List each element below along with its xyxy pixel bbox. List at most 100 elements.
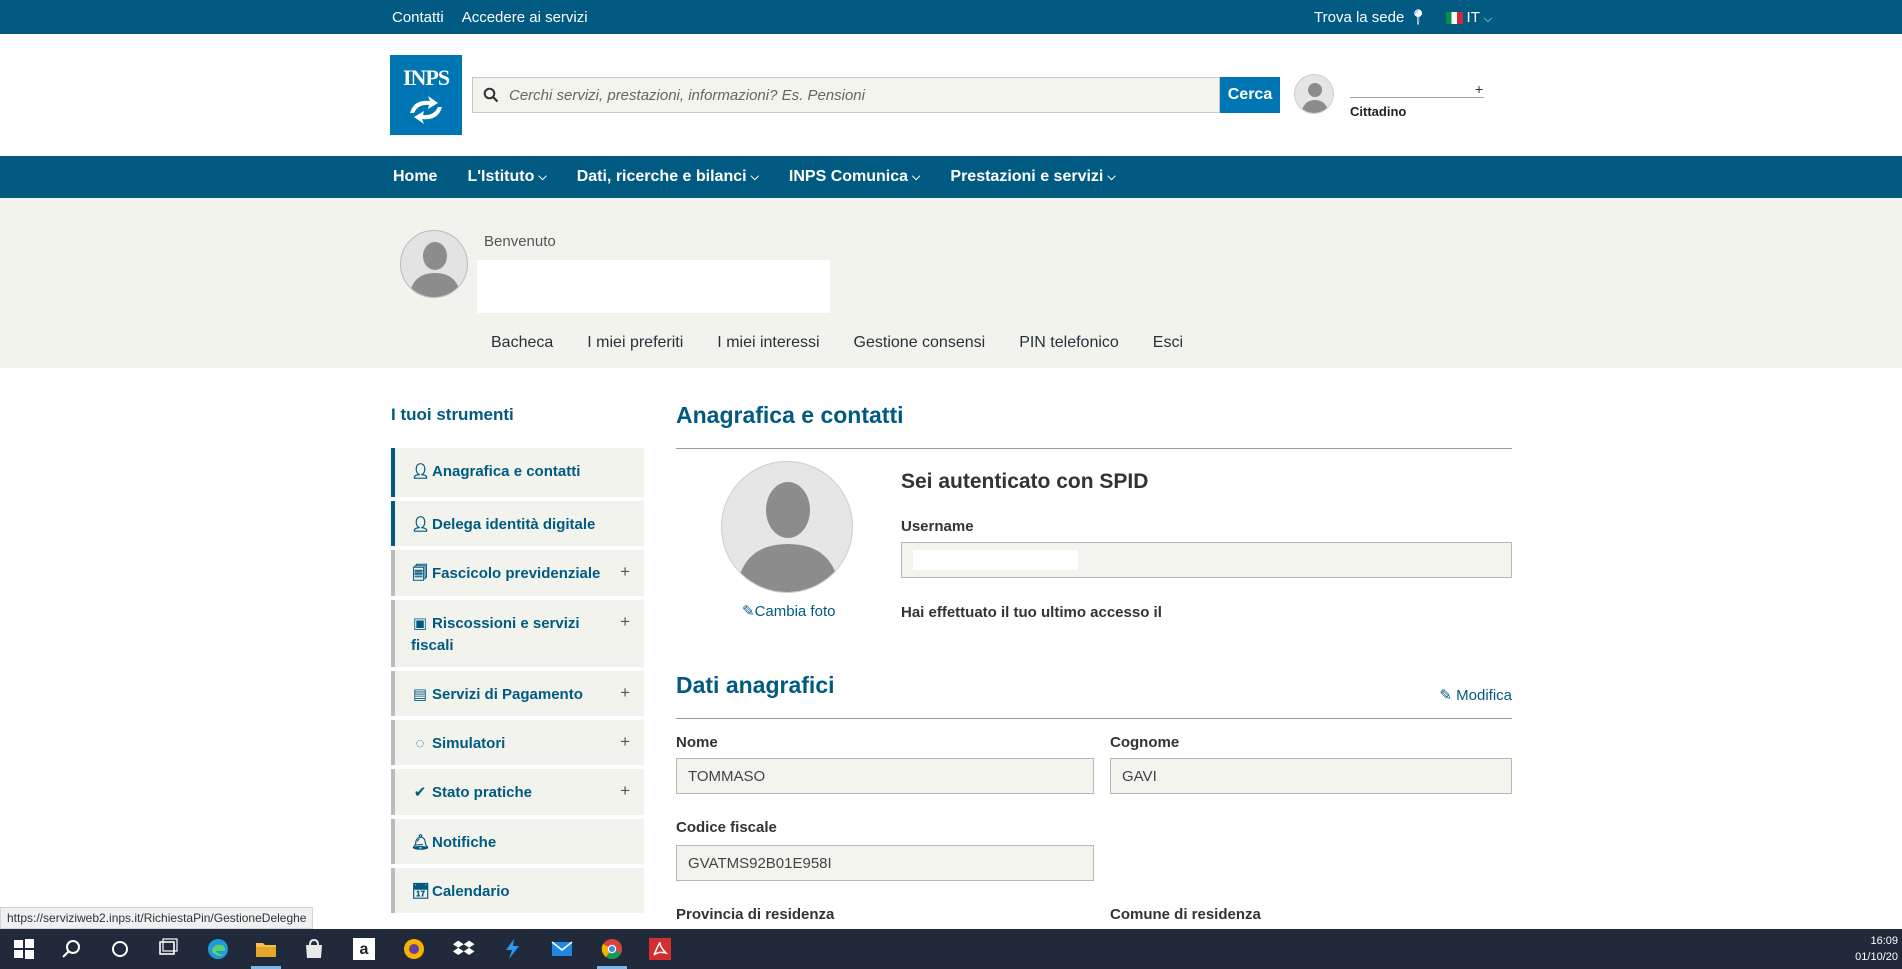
nav-item-home[interactable]: Home — [393, 168, 437, 186]
sidebar-item-label: Fascicolo previdenziale — [432, 565, 601, 582]
chevron-down-icon: ⌵ — [538, 170, 547, 183]
user-menu-toggle[interactable]: + — [1475, 81, 1483, 97]
sidebar-item-stato-pratiche[interactable]: ✔ Stato pratiche + — [391, 769, 644, 815]
edge-browser-icon[interactable] — [206, 937, 230, 961]
visual-studio-code-icon[interactable] — [500, 937, 524, 961]
sidebar-item-pagamento[interactable]: ▤ Servizi di Pagamento + — [391, 671, 644, 716]
welcome-label: Benvenuto — [484, 233, 556, 250]
username-label: Username — [901, 518, 974, 535]
contatti-link[interactable]: Contatti — [392, 9, 444, 26]
nome-field: TOMMASO — [676, 758, 1094, 794]
dropbox-icon[interactable] — [452, 937, 476, 961]
expand-icon[interactable]: + — [620, 611, 630, 633]
store-icon[interactable] — [302, 937, 326, 961]
tab-preferiti[interactable]: I miei preferiti — [587, 334, 683, 352]
accedere-servizi-link[interactable]: Accedere ai servizi — [462, 9, 588, 26]
windows-start-icon[interactable] — [12, 937, 36, 961]
user-role: Cittadino — [1350, 104, 1407, 119]
sidebar-item-label: Stato pratiche — [432, 784, 533, 801]
search-bar — [472, 77, 1220, 113]
inps-logo[interactable]: INPS — [390, 55, 462, 135]
sidebar-item-riscossioni[interactable]: ▣ Riscossioni e servizi fiscali + — [391, 600, 644, 667]
sidebar-title: I tuoi strumenti — [391, 405, 514, 424]
codice-fiscale-label: Codice fiscale — [676, 819, 777, 836]
nav-item-istituto[interactable]: L'Istituto ⌵ — [467, 168, 546, 186]
spinner-icon: ◌ — [415, 735, 425, 752]
system-clock[interactable]: 16:09 01/10/20 — [1855, 933, 1898, 965]
user-silhouette-icon — [409, 242, 461, 297]
tab-pin-telefonico[interactable]: PIN telefonico — [1019, 334, 1119, 352]
language-selector[interactable]: IT ⌵ — [1445, 9, 1492, 26]
nav-label: Home — [393, 168, 438, 185]
acrobat-reader-icon[interactable] — [648, 937, 672, 961]
check-icon: ✔ — [413, 784, 427, 801]
user-area-tabs: Bacheca I miei preferiti I miei interess… — [491, 334, 1183, 352]
italy-flag-icon — [1445, 11, 1463, 24]
sidebar-item-label: Simulatori — [432, 735, 506, 752]
map-pin-icon: 📍︎ — [1408, 9, 1428, 26]
task-view-icon[interactable] — [156, 937, 180, 961]
expand-icon[interactable]: + — [620, 731, 630, 753]
user-silhouette-icon — [736, 482, 840, 592]
expand-icon[interactable]: + — [620, 561, 630, 583]
spid-title: Sei autenticato con SPID — [901, 470, 1149, 493]
edit-icon: ✎ — [742, 603, 755, 620]
user-silhouette-icon — [1301, 83, 1329, 113]
modifica-link[interactable]: ✎ Modifica — [1439, 686, 1512, 704]
chrome-icon[interactable] — [600, 937, 624, 961]
sidebar-item-label: Delega identità digitale — [432, 516, 596, 533]
sidebar-item-label: Anagrafica e contatti — [432, 463, 581, 480]
trova-sede-link[interactable]: Trova la sede 📍︎ — [1314, 8, 1428, 26]
clock-date: 01/10/20 — [1855, 951, 1898, 963]
bell-icon: 🔔︎ — [411, 834, 431, 851]
sidebar-item-label: Servizi di Pagamento — [432, 686, 583, 703]
site-header: INPS Cerca + Cittadino — [0, 34, 1902, 156]
chevron-down-icon: ⌵ — [1107, 170, 1116, 183]
file-explorer-icon[interactable] — [254, 937, 278, 961]
avatar[interactable] — [1294, 74, 1334, 114]
user-plus-icon: 👤︎ — [411, 516, 431, 533]
chevron-down-icon: ⌵ — [750, 170, 759, 183]
search-icon[interactable] — [60, 937, 84, 961]
sidebar: 👤︎ Anagrafica e contatti 👤︎ Delega identit… — [391, 448, 644, 917]
cambia-foto-link[interactable]: ✎Cambia foto — [742, 602, 835, 620]
edit-icon: ✎ — [1439, 687, 1452, 704]
sidebar-item-delega[interactable]: 👤︎ Delega identità digitale — [391, 501, 644, 546]
cerca-button[interactable]: Cerca — [1220, 77, 1280, 113]
expand-icon[interactable]: + — [620, 780, 630, 802]
logo-text: INPS — [402, 65, 450, 90]
sidebar-item-label: Notifiche — [432, 834, 497, 851]
nav-label: Dati, ricerche e bilanci — [576, 168, 747, 185]
tab-bacheca[interactable]: Bacheca — [491, 334, 553, 352]
username-field — [901, 542, 1512, 578]
mail-icon[interactable] — [550, 937, 574, 961]
user-name-underline — [1350, 97, 1484, 98]
amazon-icon[interactable]: a — [352, 937, 376, 961]
divider — [676, 448, 1512, 449]
sidebar-item-fascicolo[interactable]: 🗐︎ Fascicolo previdenziale + — [391, 550, 644, 596]
divider — [676, 718, 1512, 719]
nav-item-dati-ricerche[interactable]: Dati, ricerche e bilanci ⌵ — [577, 168, 759, 186]
expand-icon[interactable]: + — [620, 682, 630, 704]
tab-interessi[interactable]: I miei interessi — [717, 334, 819, 352]
nav-item-inps-comunica[interactable]: INPS Comunica ⌵ — [789, 168, 920, 186]
nav-item-prestazioni[interactable]: Prestazioni e servizi ⌵ — [950, 168, 1115, 186]
comune-label: Comune di residenza — [1110, 906, 1261, 923]
cognome-label: Cognome — [1110, 734, 1180, 751]
chevron-down-icon: ⌵ — [912, 170, 921, 183]
money-icon: ▤ — [412, 686, 428, 703]
user-name-box — [477, 260, 830, 313]
norton-icon[interactable] — [402, 937, 426, 961]
sidebar-item-label: Calendario — [432, 883, 510, 900]
sidebar-item-calendario[interactable]: 📅︎ Calendario — [391, 868, 644, 913]
sidebar-item-notifiche[interactable]: 🔔︎ Notifiche — [391, 819, 644, 864]
tab-gestione-consensi[interactable]: Gestione consensi — [854, 334, 986, 352]
welcome-band: Benvenuto Bacheca I miei preferiti I mie… — [0, 198, 1902, 368]
cortana-icon[interactable] — [108, 937, 132, 961]
search-input[interactable] — [509, 78, 1209, 112]
sidebar-item-simulatori[interactable]: ◌ Simulatori + — [391, 720, 644, 765]
sidebar-item-anagrafica[interactable]: 👤︎ Anagrafica e contatti — [391, 448, 644, 497]
tab-esci[interactable]: Esci — [1153, 334, 1183, 352]
nav-label: L'Istituto — [467, 168, 535, 185]
trova-sede-label: Trova la sede — [1314, 9, 1405, 26]
